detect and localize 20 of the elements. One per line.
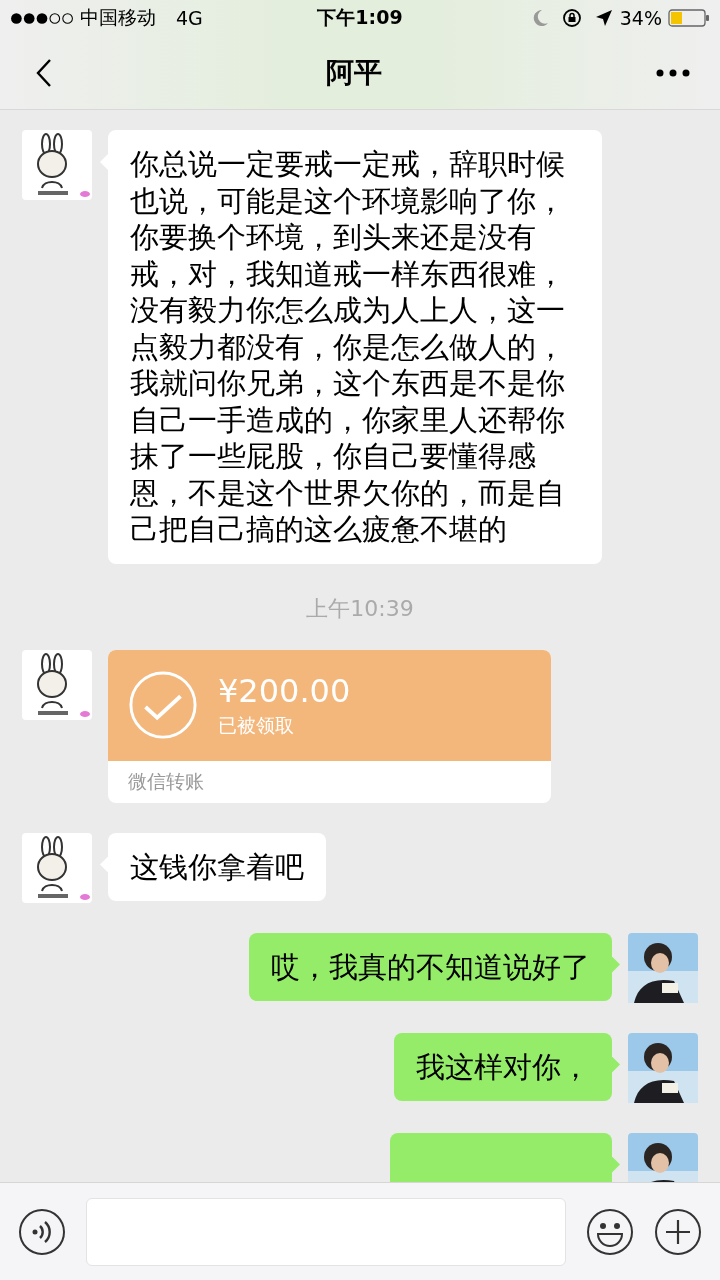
voice-icon[interactable] [18, 1207, 66, 1256]
rotation-lock-icon [561, 8, 582, 28]
check-circle-icon [128, 670, 198, 740]
transfer-status: 已被领取 [218, 713, 295, 738]
plus-icon[interactable] [654, 1207, 702, 1256]
clock-time: 下午1:09 [317, 5, 403, 30]
transfer-amount: ¥200.00 [218, 671, 351, 711]
message-input[interactable] [86, 1197, 566, 1266]
signal-icon [10, 11, 74, 25]
transfer-card[interactable]: ¥200.00 已被领取 微信转账 [108, 649, 551, 803]
transfer-label: 微信转账 [128, 768, 204, 794]
chat-title: 阿平 [326, 55, 382, 91]
more-icon[interactable] [656, 69, 690, 77]
carrier-name: 中国移动 [80, 5, 156, 30]
timestamp: 上午10:39 [306, 594, 414, 623]
network-type: 4G [176, 7, 203, 29]
back-icon[interactable] [36, 58, 52, 88]
battery-icon [668, 8, 710, 28]
emoji-icon[interactable] [586, 1207, 634, 1256]
battery-percent: 34% [619, 7, 662, 29]
